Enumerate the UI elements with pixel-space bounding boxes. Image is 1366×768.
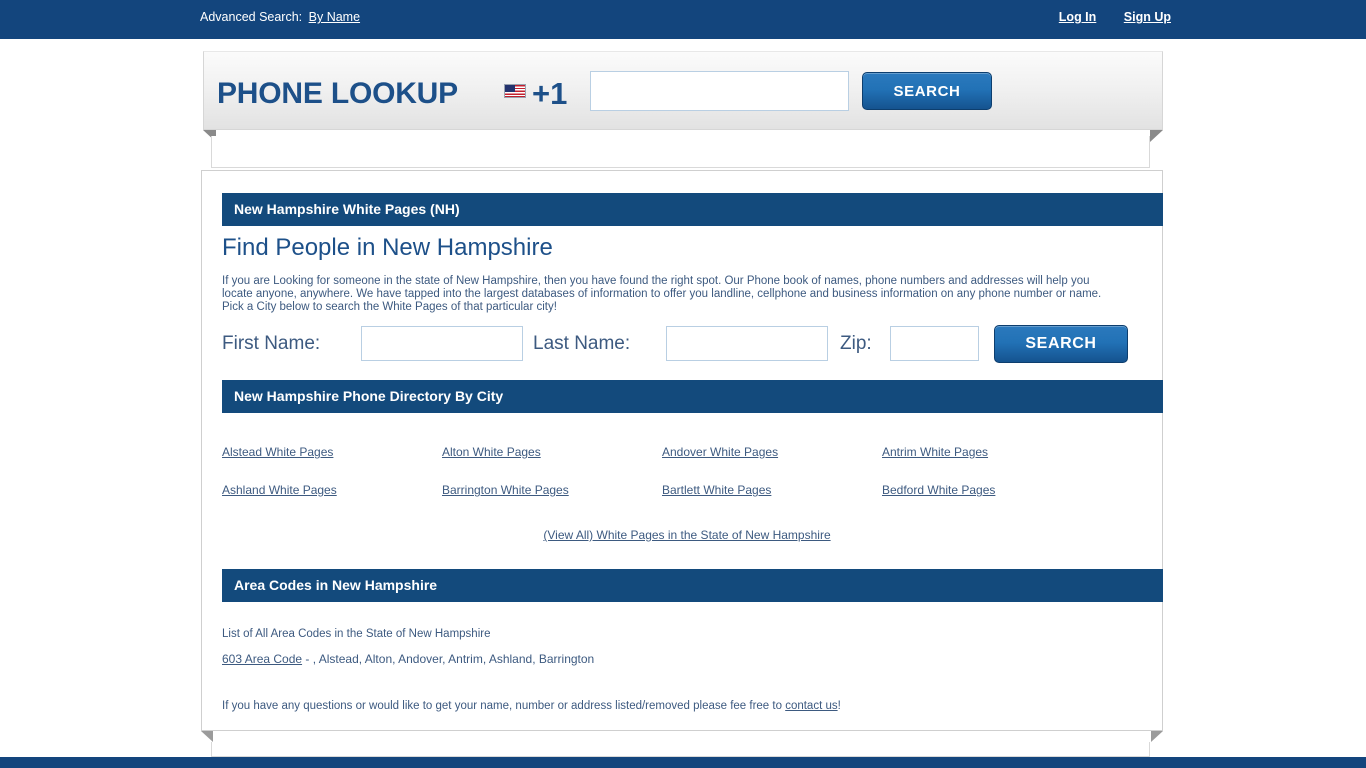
contact-us-line: If you have any questions or would like … (222, 700, 841, 712)
sign-up-link[interactable]: Sign Up (1124, 10, 1171, 24)
city-link[interactable]: Alstead White Pages (222, 445, 442, 459)
state-section-header: New Hampshire White Pages (NH) (222, 193, 1163, 226)
contact-us-link[interactable]: contact us (785, 700, 837, 712)
view-all-white-pages-link[interactable]: (View All) White Pages in the State of N… (543, 528, 830, 542)
city-link[interactable]: Andover White Pages (662, 445, 882, 459)
flag-canton (505, 85, 515, 92)
last-name-input[interactable] (666, 326, 828, 361)
account-links-group: Log In Sign Up (1035, 10, 1171, 24)
area-code-cities-text: - , Alstead, Alton, Andover, Antrim, Ash… (302, 652, 595, 666)
phone-number-input[interactable] (590, 71, 849, 111)
area-codes-header: Area Codes in New Hampshire (222, 569, 1163, 602)
country-code-label: +1 (532, 76, 568, 111)
city-links-grid: Alstead White Pages Alton White Pages An… (222, 445, 1152, 497)
find-people-heading: Find People in New Hampshire (222, 234, 553, 261)
contact-text-after: ! (837, 700, 841, 712)
city-link[interactable]: Bedford White Pages (882, 483, 1102, 497)
phone-lookup-title: PHONE LOOKUP (217, 77, 458, 110)
view-all-container: (View All) White Pages in the State of N… (222, 528, 1152, 542)
first-name-label: First Name: (222, 333, 321, 354)
area-code-entry: 603 Area Code - , Alstead, Alton, Andove… (222, 652, 594, 666)
log-in-link[interactable]: Log In (1059, 10, 1097, 24)
advanced-search-group: Advanced Search: By Name (200, 10, 360, 24)
area-code-603-link[interactable]: 603 Area Code (222, 652, 302, 666)
zip-label: Zip: (840, 333, 872, 354)
city-link[interactable]: Ashland White Pages (222, 483, 442, 497)
footer-strip (211, 742, 1150, 757)
footer-navy-bar (0, 757, 1366, 768)
state-intro-paragraph: If you are Looking for someone in the st… (222, 275, 1102, 313)
contact-text-before: If you have any questions or would like … (222, 700, 786, 712)
top-navigation-bar: Advanced Search: By Name Log In Sign Up (0, 0, 1366, 39)
zip-input[interactable] (890, 326, 979, 361)
city-link[interactable]: Alton White Pages (442, 445, 662, 459)
last-name-label: Last Name: (533, 333, 631, 354)
city-link[interactable]: Bartlett White Pages (662, 483, 882, 497)
city-link[interactable]: Barrington White Pages (442, 483, 662, 497)
banner-bottom-strip (211, 136, 1150, 168)
area-codes-intro: List of All Area Codes in the State of N… (222, 628, 491, 640)
panel-ribbon-fold-left (201, 731, 213, 742)
advanced-search-by-name-link[interactable]: By Name (309, 10, 360, 24)
first-name-input[interactable] (361, 326, 523, 361)
city-directory-header: New Hampshire Phone Directory By City (222, 380, 1163, 413)
us-flag-icon (504, 84, 526, 98)
advanced-search-label: Advanced Search: (200, 10, 303, 24)
city-link[interactable]: Antrim White Pages (882, 445, 1102, 459)
name-search-button[interactable]: SEARCH (994, 325, 1128, 363)
name-search-form: First Name: Last Name: Zip: SEARCH (222, 325, 1152, 365)
banner-ribbon-fold-right (1150, 130, 1163, 142)
banner-search-button[interactable]: SEARCH (862, 72, 992, 110)
panel-ribbon-fold-right (1151, 731, 1163, 742)
